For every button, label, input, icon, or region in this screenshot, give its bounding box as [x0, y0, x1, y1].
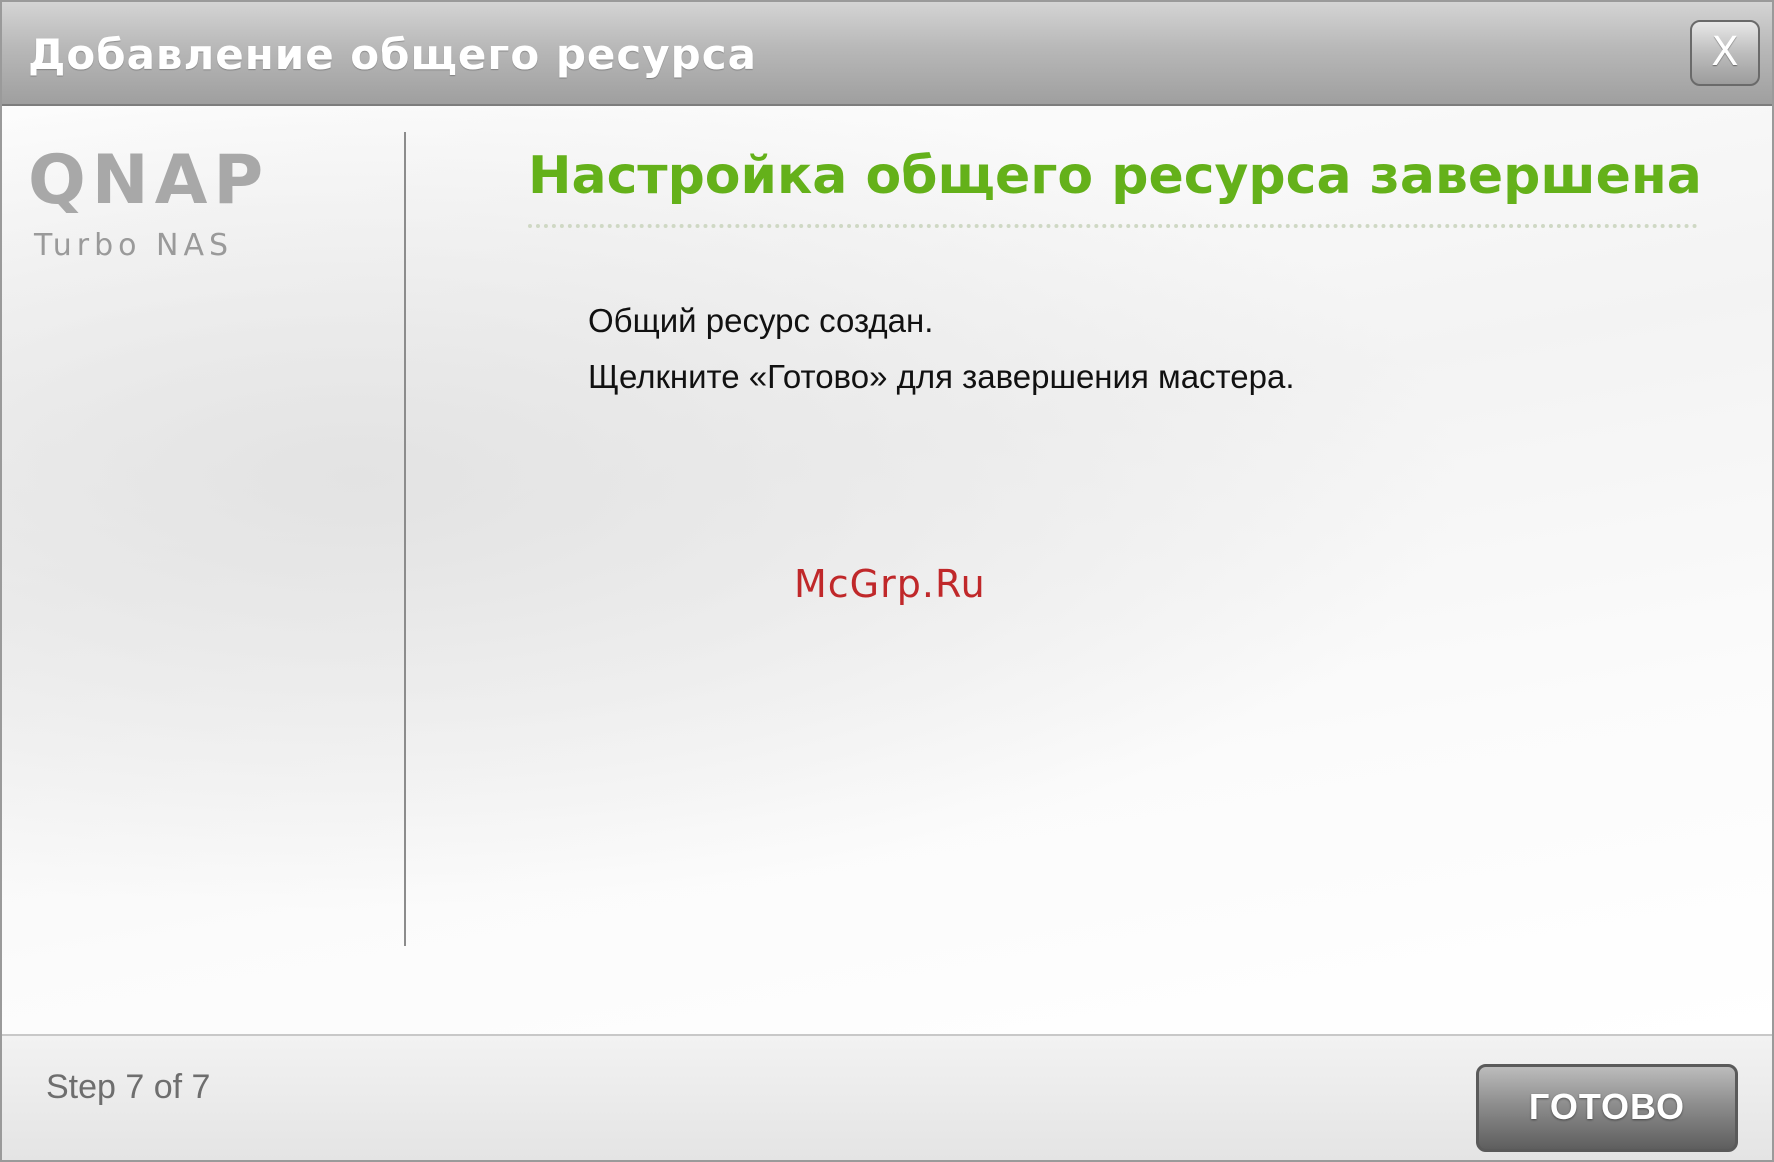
qnap-logo: QNAP Turbo NAS — [28, 146, 328, 266]
message-line-1: Общий ресурс создан. — [588, 302, 934, 339]
logo-main-text: QNAP — [28, 141, 270, 220]
sidebar-divider — [404, 132, 406, 946]
page-title: Настройка общего ресурса завершена — [528, 146, 1702, 206]
finish-button[interactable]: ГОТОВО — [1476, 1064, 1738, 1152]
step-indicator: Step 7 of 7 — [46, 1068, 211, 1106]
wizard-body: QNAP Turbo NAS Настройка общего ресурса … — [2, 106, 1772, 1034]
watermark-text: McGrp.Ru — [794, 562, 986, 606]
message-line-2: Щелкните «Готово» для завершения мастера… — [588, 358, 1295, 395]
share-wizard-dialog: Добавление общего ресурса X QNAP Turbo N… — [0, 0, 1774, 1162]
window-title: Добавление общего ресурса — [28, 30, 757, 79]
logo-sub-text: Turbo NAS — [34, 228, 234, 263]
heading-separator — [528, 224, 1698, 228]
wizard-footer: Step 7 of 7 ГОТОВО — [2, 1034, 1772, 1160]
close-button[interactable]: X — [1690, 20, 1760, 86]
title-bar: Добавление общего ресурса X — [2, 2, 1772, 106]
